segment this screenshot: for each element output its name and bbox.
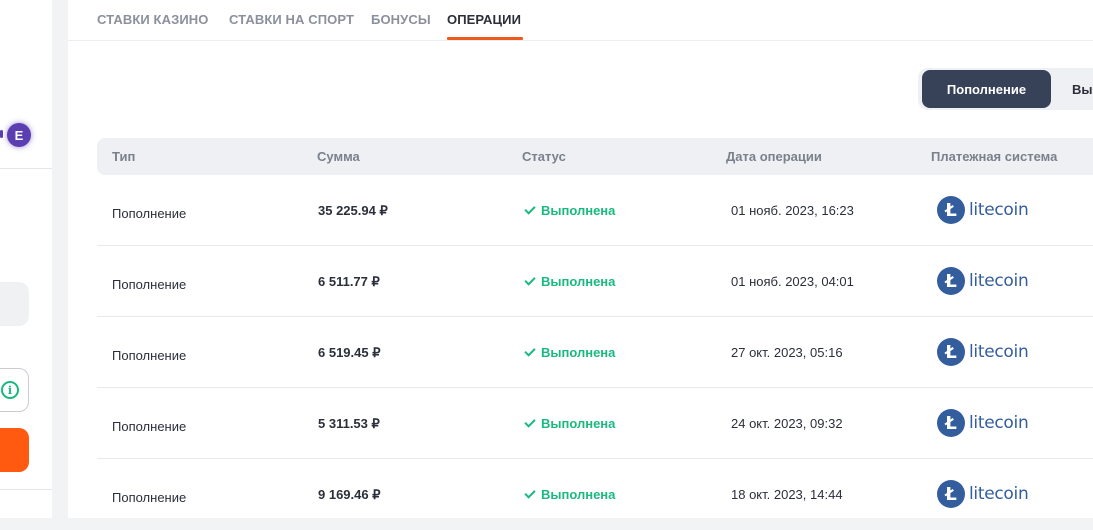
row-amount: 35 225.94 ₽ — [318, 203, 388, 218]
check-icon — [524, 274, 536, 286]
table-row: Пополнение 6 519.45 ₽ Выполнена 27 окт. … — [97, 317, 1093, 388]
info-icon: i — [1, 381, 19, 399]
row-payment-system: Łlitecoin — [937, 409, 1029, 437]
main-content: СТАВКИ КАЗИНО СТАВКИ НА СПОРТ БОНУСЫ ОПЕ… — [68, 0, 1093, 518]
row-status: Выполнена — [524, 345, 616, 360]
row-amount: 6 511.77 ₽ — [318, 274, 380, 289]
avatar[interactable]: E — [7, 123, 31, 147]
row-status: Выполнена — [524, 487, 616, 502]
row-payment-system: Łlitecoin — [937, 480, 1029, 508]
header-amount: Сумма — [317, 149, 360, 164]
table-header: Тип Сумма Статус Дата операции Платежная… — [97, 138, 1093, 175]
status-label: Выполнена — [541, 416, 616, 431]
sidebar-divider — [0, 168, 52, 169]
primary-action-button[interactable] — [0, 428, 29, 472]
row-payment-system: Łlitecoin — [937, 267, 1029, 295]
status-label: Выполнена — [541, 345, 616, 360]
row-status: Выполнена — [524, 416, 616, 431]
payment-system-label: litecoin — [969, 342, 1029, 362]
sidebar: E i — [0, 0, 52, 518]
row-type: Пополнение — [112, 490, 187, 505]
row-status: Выполнена — [524, 274, 616, 289]
check-icon — [524, 487, 536, 499]
check-icon — [524, 416, 536, 428]
row-payment-system: Łlitecoin — [937, 196, 1029, 224]
row-date: 01 нояб. 2023, 16:23 — [731, 203, 854, 218]
litecoin-icon: Ł — [937, 409, 965, 437]
row-amount: 5 311.53 ₽ — [318, 416, 380, 431]
header-date: Дата операции — [726, 149, 822, 164]
litecoin-icon: Ł — [937, 196, 965, 224]
table-row: Пополнение 5 311.53 ₽ Выполнена 24 окт. … — [97, 388, 1093, 459]
tab-sport-bets[interactable]: СТАВКИ НА СПОРТ — [229, 12, 354, 27]
info-button[interactable]: i — [0, 368, 29, 412]
litecoin-icon: Ł — [937, 338, 965, 366]
row-date: 27 окт. 2023, 05:16 — [731, 345, 843, 360]
row-date: 24 окт. 2023, 09:32 — [731, 416, 843, 431]
row-date: 18 окт. 2023, 14:44 — [731, 487, 843, 502]
deposit-toggle-button[interactable]: Пополнение — [922, 70, 1051, 108]
tab-operations[interactable]: ОПЕРАЦИИ — [447, 12, 521, 27]
row-payment-system: Łlitecoin — [937, 338, 1029, 366]
row-status: Выполнена — [524, 203, 616, 218]
status-label: Выполнена — [541, 203, 616, 218]
row-type: Пополнение — [112, 348, 187, 363]
check-icon — [524, 345, 536, 357]
payment-system-label: litecoin — [969, 413, 1029, 433]
check-icon — [524, 203, 536, 215]
row-amount: 6 519.45 ₽ — [318, 345, 381, 360]
table-row: Пополнение 35 225.94 ₽ Выполнена 01 нояб… — [97, 175, 1093, 246]
litecoin-icon: Ł — [937, 267, 965, 295]
header-type: Тип — [112, 149, 136, 164]
row-type: Пополнение — [112, 419, 187, 434]
row-amount: 9 169.46 ₽ — [318, 487, 381, 502]
header-status: Статус — [522, 149, 566, 164]
tab-casino-bets[interactable]: СТАВКИ КАЗИНО — [97, 12, 208, 27]
tab-bar: СТАВКИ КАЗИНО СТАВКИ НА СПОРТ БОНУСЫ ОПЕ… — [68, 0, 1093, 41]
row-type: Пополнение — [112, 277, 187, 292]
table-row: Пополнение 6 511.77 ₽ Выполнена 01 нояб.… — [97, 246, 1093, 317]
status-label: Выполнена — [541, 274, 616, 289]
table-row: Пополнение 9 169.46 ₽ Выполнена 18 окт. … — [97, 459, 1093, 530]
payment-system-label: litecoin — [969, 484, 1029, 504]
header-payment-system: Платежная система — [931, 149, 1058, 164]
withdraw-toggle-button[interactable]: Вы — [1072, 70, 1093, 108]
status-label: Выполнена — [541, 487, 616, 502]
litecoin-icon: Ł — [937, 480, 965, 508]
avatar-indicator — [0, 130, 3, 138]
sidebar-input[interactable] — [0, 282, 29, 326]
payment-system-label: litecoin — [969, 271, 1029, 291]
row-date: 01 нояб. 2023, 04:01 — [731, 274, 854, 289]
operation-type-toggle: Пополнение Вы — [918, 68, 1093, 110]
sidebar-divider — [0, 489, 52, 490]
row-type: Пополнение — [112, 206, 187, 221]
payment-system-label: litecoin — [969, 200, 1029, 220]
tab-bonuses[interactable]: БОНУСЫ — [371, 12, 431, 27]
active-tab-indicator — [447, 37, 523, 40]
